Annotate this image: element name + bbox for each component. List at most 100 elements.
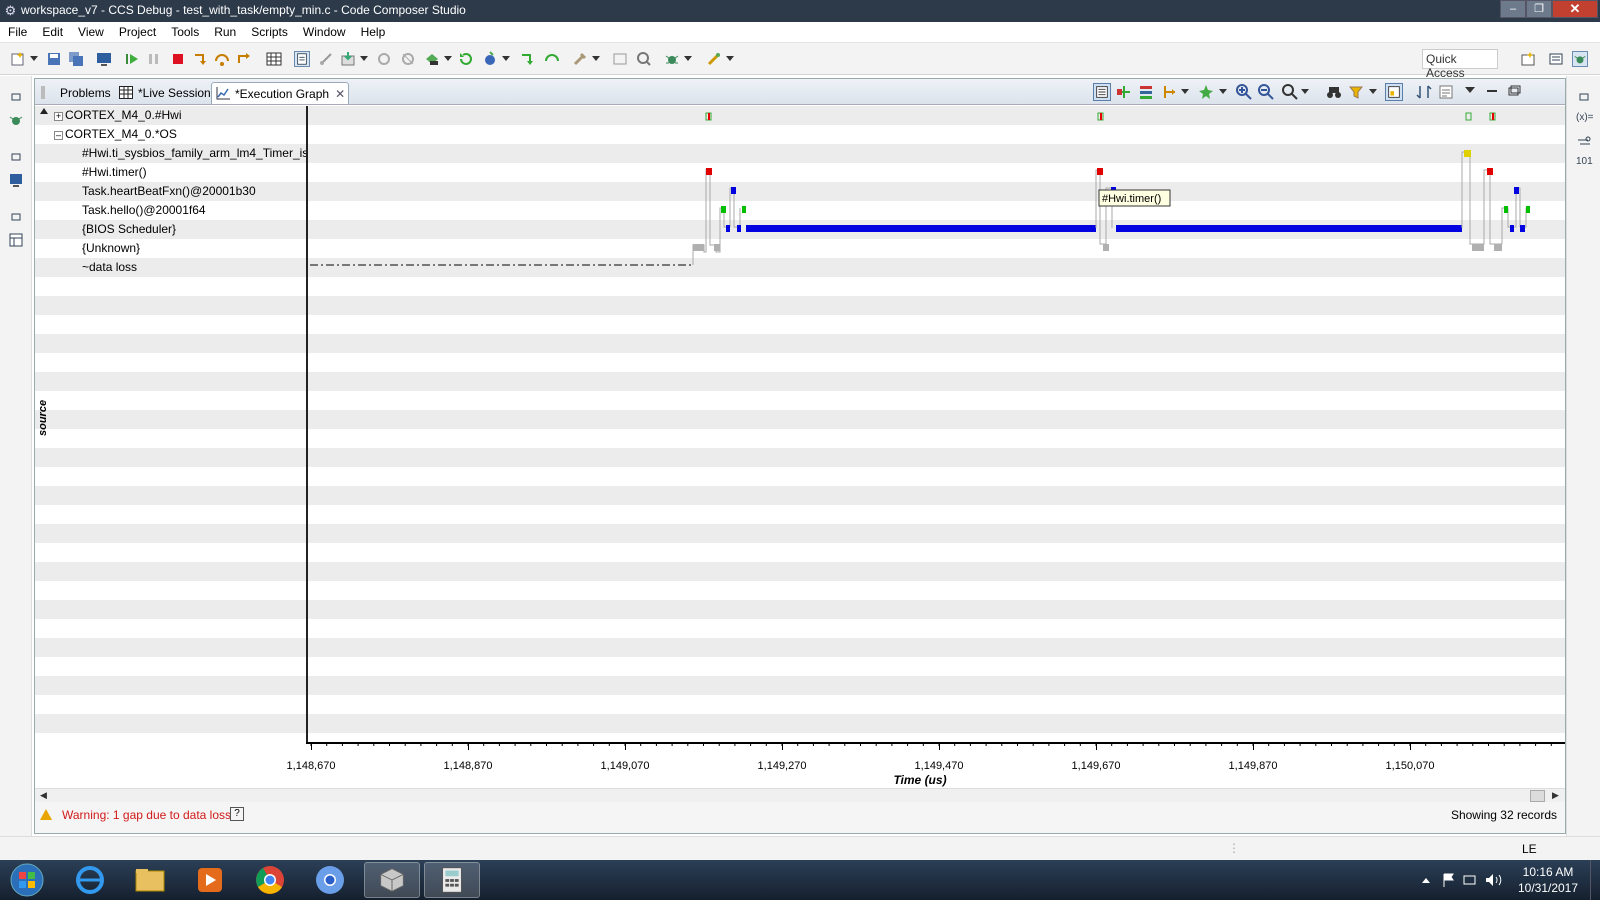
menu-tools[interactable]: Tools bbox=[163, 22, 206, 42]
menu-help[interactable]: Help bbox=[353, 22, 393, 42]
maximize-view-icon[interactable] bbox=[1505, 83, 1523, 101]
step-into-icon[interactable] bbox=[192, 51, 208, 67]
bookmark-dropdown-icon[interactable] bbox=[1219, 89, 1227, 95]
expression-icon[interactable] bbox=[612, 51, 628, 67]
expand-toggle-icon[interactable]: + bbox=[54, 112, 63, 121]
realtime-icon[interactable] bbox=[482, 51, 498, 67]
file-explorer-icon[interactable] bbox=[122, 862, 178, 898]
zoom-out-icon[interactable] bbox=[1257, 83, 1275, 101]
quick-access-input[interactable]: Quick Access bbox=[1422, 49, 1498, 80]
assembly-step-into-icon[interactable] bbox=[520, 51, 536, 67]
execution-trace-plot[interactable]: #Hwi.timer() bbox=[308, 106, 1565, 742]
variables-icon[interactable]: (x)= bbox=[1576, 112, 1594, 128]
save-all-icon[interactable] bbox=[68, 51, 84, 67]
menu-edit[interactable]: Edit bbox=[34, 22, 70, 42]
registers-icon[interactable]: 101 bbox=[1576, 156, 1593, 172]
tree-node-os[interactable]: CORTEX_M4_0.*OS bbox=[65, 127, 177, 141]
menu-view[interactable]: View bbox=[70, 22, 111, 42]
new-dropdown-icon[interactable] bbox=[30, 56, 38, 62]
properties-icon[interactable] bbox=[1437, 83, 1455, 101]
tree-row-isr[interactable]: #Hwi.ti_sysbios_family_arm_lm4_Timer_isr… bbox=[82, 146, 306, 160]
external-tools-icon[interactable] bbox=[706, 51, 722, 67]
chrome-icon[interactable] bbox=[242, 862, 298, 898]
tree-row-heartbeat[interactable]: Task.heartBeatFxn()@20001b30 bbox=[82, 184, 256, 198]
restore-right-view-icon[interactable] bbox=[1576, 90, 1592, 106]
scroll-thumb[interactable] bbox=[1530, 790, 1545, 802]
align-icon[interactable] bbox=[1115, 83, 1133, 101]
step-return-icon[interactable] bbox=[236, 51, 252, 67]
zoom-dropdown-icon[interactable] bbox=[1301, 89, 1309, 95]
menu-scripts[interactable]: Scripts bbox=[243, 22, 295, 42]
show-desktop-button[interactable] bbox=[1590, 860, 1600, 900]
collapse-toggle-icon[interactable]: – bbox=[54, 131, 63, 140]
measure-dropdown-icon[interactable] bbox=[1181, 89, 1189, 95]
label-plot-splitter[interactable] bbox=[306, 106, 308, 742]
close-button[interactable]: ✕ bbox=[1552, 0, 1598, 18]
step-over-icon[interactable] bbox=[214, 51, 230, 67]
ccs-edit-perspective-icon[interactable] bbox=[1548, 51, 1564, 67]
console-view-icon[interactable] bbox=[8, 172, 24, 188]
scroll-left-icon[interactable]: ◀ bbox=[40, 790, 47, 801]
resume-icon[interactable] bbox=[124, 51, 140, 67]
reset-icon[interactable] bbox=[424, 51, 440, 67]
bookmark-icon[interactable] bbox=[1197, 83, 1215, 101]
terminate-icon[interactable] bbox=[170, 51, 186, 67]
debug-view-icon[interactable] bbox=[294, 51, 310, 67]
debug-view-icon[interactable] bbox=[8, 112, 24, 128]
tab-problems[interactable]: Problems bbox=[37, 82, 113, 104]
group-icon[interactable] bbox=[1137, 83, 1155, 101]
legend-icon[interactable] bbox=[1385, 83, 1403, 101]
remove-breakpoints-icon[interactable] bbox=[400, 51, 416, 67]
start-button-icon[interactable] bbox=[2, 862, 52, 898]
breakpoint-icon[interactable] bbox=[376, 51, 392, 67]
media-player-icon[interactable] bbox=[182, 862, 238, 898]
save-icon[interactable] bbox=[46, 51, 62, 67]
menu-project[interactable]: Project bbox=[111, 22, 163, 42]
restore-view-icon[interactable] bbox=[8, 90, 24, 106]
disconnect-icon[interactable] bbox=[318, 51, 334, 67]
filter-icon[interactable] bbox=[1347, 83, 1365, 101]
tree-row-unknown[interactable]: {Unknown} bbox=[82, 241, 140, 255]
calculator-icon[interactable] bbox=[424, 862, 480, 898]
terminal-icon[interactable] bbox=[96, 51, 112, 67]
menu-file[interactable]: File bbox=[0, 22, 34, 42]
outline-view-icon[interactable] bbox=[8, 232, 24, 248]
restart-icon[interactable] bbox=[458, 51, 474, 67]
memory-grid-icon[interactable] bbox=[266, 51, 282, 67]
tree-row-data-loss[interactable]: ~data loss bbox=[82, 260, 137, 274]
horizontal-scrollbar[interactable]: ◀ ▶ bbox=[35, 788, 1565, 802]
tree-node-hwi[interactable]: CORTEX_M4_0.#Hwi bbox=[65, 108, 181, 122]
menu-run[interactable]: Run bbox=[206, 22, 243, 42]
zoom-in-icon[interactable] bbox=[1235, 83, 1253, 101]
minimize-button[interactable]: – bbox=[1500, 0, 1526, 18]
assembly-step-over-icon[interactable] bbox=[544, 51, 560, 67]
debug-icon[interactable] bbox=[664, 51, 680, 67]
chromium-icon[interactable] bbox=[302, 862, 358, 898]
collapse-arrow-icon[interactable] bbox=[40, 108, 48, 114]
restore-view-icon-3[interactable] bbox=[8, 210, 24, 226]
system-clock[interactable]: 10:16 AM 10/31/2017 bbox=[1512, 864, 1584, 896]
expressions-icon[interactable] bbox=[1576, 134, 1592, 150]
tree-row-scheduler[interactable]: {BIOS Scheduler} bbox=[82, 222, 176, 236]
restore-view-icon-2[interactable] bbox=[8, 150, 24, 166]
minimize-view-icon[interactable] bbox=[1483, 83, 1501, 101]
measure-icon[interactable] bbox=[1161, 83, 1179, 101]
tools-dropdown-icon[interactable] bbox=[592, 56, 600, 62]
open-perspective-icon[interactable] bbox=[1520, 51, 1536, 67]
menu-window[interactable]: Window bbox=[295, 22, 353, 42]
restore-button[interactable]: ❐ bbox=[1526, 0, 1552, 18]
realtime-dropdown-icon[interactable] bbox=[502, 56, 510, 62]
load-dropdown-icon[interactable] bbox=[360, 56, 368, 62]
help-button[interactable]: ? bbox=[230, 807, 244, 821]
suspend-icon[interactable] bbox=[146, 51, 162, 67]
reset-dropdown-icon[interactable] bbox=[444, 56, 452, 62]
ccs-debug-perspective-icon[interactable] bbox=[1572, 51, 1588, 67]
view-menu-icon[interactable] bbox=[1465, 87, 1475, 93]
scroll-right-icon[interactable]: ▶ bbox=[1552, 790, 1559, 801]
tree-row-hello[interactable]: Task.hello()@20001f64 bbox=[82, 203, 206, 217]
tools-icon[interactable] bbox=[572, 51, 588, 67]
code-composer-studio-icon[interactable] bbox=[364, 862, 420, 898]
new-icon[interactable] bbox=[10, 51, 26, 67]
sync-icon[interactable] bbox=[1415, 83, 1433, 101]
tab-live-session[interactable]: *Live Session bbox=[117, 82, 211, 104]
